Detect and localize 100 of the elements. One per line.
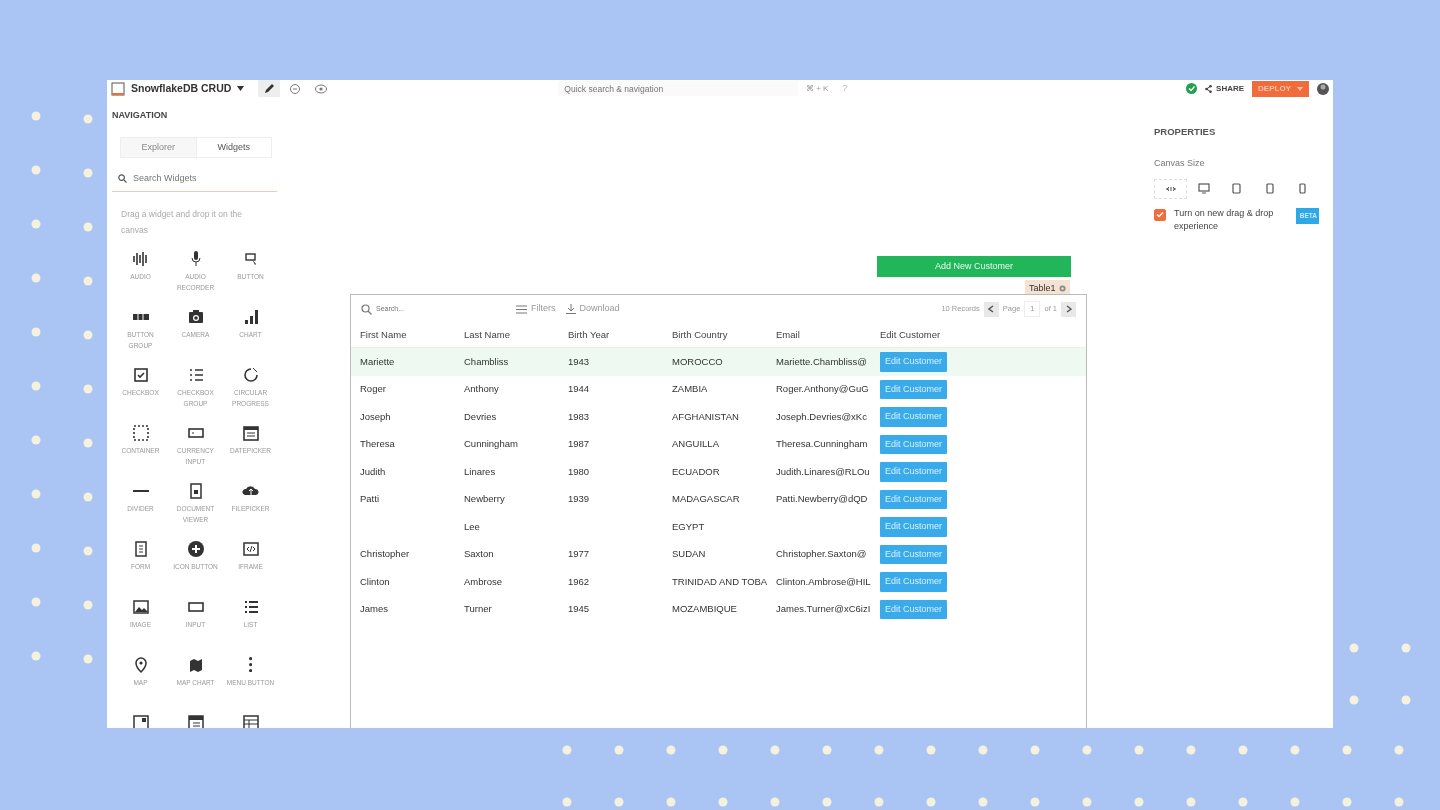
chevron-right-icon [1065, 305, 1072, 313]
decorative-dot [1134, 797, 1144, 807]
edit-customer-button[interactable]: Edit Customer [880, 407, 948, 427]
table-cell: Devries [464, 410, 497, 422]
edit-customer-button[interactable]: Edit Customer [880, 489, 948, 509]
table-cell: EGYPT [672, 520, 705, 532]
download-icon [565, 304, 576, 314]
decorative-dot [31, 597, 41, 607]
decorative-dot [926, 745, 936, 755]
column-header: Birth Country [671, 327, 729, 342]
next-page-button[interactable] [1061, 301, 1076, 317]
download-button[interactable]: Download [565, 302, 620, 316]
mode-button[interactable] [258, 80, 281, 97]
edit-customer-button[interactable]: Edit Customer [880, 462, 948, 482]
decorative-dot [83, 438, 93, 448]
edit-customer-button[interactable]: Edit Customer [880, 572, 948, 592]
pencil-icon [262, 81, 277, 96]
caret-icon [1297, 86, 1303, 91]
code-frame-icon [241, 539, 260, 558]
table-cell: MOROCCO [672, 355, 723, 367]
panel-icon[interactable] [131, 713, 150, 728]
decorative-dot [31, 111, 41, 121]
edit-customer-button[interactable]: Edit Customer [880, 517, 948, 537]
decorative-dot [83, 168, 93, 178]
decorative-dot [1030, 797, 1040, 807]
decorative-dot [1134, 745, 1144, 755]
caret-icon[interactable] [237, 86, 245, 91]
deploy-button[interactable]: DEPLOY [1252, 80, 1309, 97]
add-customer-button[interactable]: Add New Customer [877, 256, 1071, 277]
table-cell: Joseph [360, 410, 391, 422]
filters-button[interactable]: Filters [516, 302, 556, 316]
decorative-dot [978, 797, 988, 807]
table-cell: 1962 [568, 575, 590, 587]
tab[interactable]: Explorer [121, 137, 196, 157]
filter-icon [516, 304, 527, 314]
decorative-dot [1394, 745, 1404, 755]
button-group-icon [132, 313, 149, 320]
table-cell: James.Turner@xC6izI [776, 603, 871, 615]
plus-circle-icon [186, 539, 205, 558]
table-name: Table1 [1029, 282, 1056, 295]
avatar-icon[interactable] [1317, 81, 1329, 96]
decorative-dot [83, 222, 93, 232]
edit-customer-button[interactable]: Edit Customer [880, 379, 948, 399]
decorative-dot [1349, 643, 1359, 653]
table-cell: 1987 [568, 438, 590, 450]
previous-page-button[interactable] [983, 301, 999, 317]
decorative-dot [822, 745, 832, 755]
line-icon [132, 489, 149, 492]
decorative-dot [83, 654, 93, 664]
edit-customer-button[interactable]: Edit Customer [880, 434, 948, 454]
decorative-dot [1082, 797, 1092, 807]
search-field[interactable]: Quick search & navigation [558, 81, 798, 96]
check-icon [1156, 211, 1164, 219]
table-cell: Roger [360, 383, 386, 395]
decorative-dot [31, 219, 41, 229]
decorative-dot [1030, 745, 1040, 755]
table-cell: ANGUILLA [672, 438, 719, 450]
decorative-dot [822, 797, 832, 807]
decorative-dot [1401, 695, 1411, 705]
table-cell: Mariette.Chambliss@ [776, 355, 867, 367]
calendar-icon [241, 423, 260, 442]
decorative-dot [1349, 695, 1359, 705]
column-header: Birth Year [567, 327, 611, 342]
table-cell: 1944 [568, 383, 590, 395]
share-button[interactable]: SHARE [1205, 82, 1245, 95]
monitor-icon [1197, 183, 1210, 195]
selected-row[interactable]: Mariette Chambliss 1943 MOROCCO Mariette.Chambliss@ Edit Customer [351, 348, 1086, 376]
tablet-icon [1265, 183, 1274, 195]
table-cell: 1980 [568, 465, 590, 477]
table-cell: Linares [464, 465, 496, 477]
progress-circle-icon [241, 365, 260, 384]
decorative-dot [31, 381, 41, 391]
decorative-dot [718, 745, 728, 755]
table-cell: Christopher.Saxton@ [776, 548, 867, 560]
decorative-dot [1290, 797, 1300, 807]
search-icon [118, 174, 127, 184]
decorative-dot [926, 797, 936, 807]
decorative-dot [1342, 797, 1352, 807]
table-cell: MADAGASCAR [672, 493, 740, 505]
table-cell: Newberry [464, 493, 505, 505]
layout-icon[interactable] [186, 713, 205, 728]
table-cell: TRINIDAD AND TOBA [672, 575, 767, 587]
edit-customer-button[interactable]: Edit Customer [880, 352, 948, 372]
shortcut-label: ⌘ + K [805, 82, 829, 95]
help-icon[interactable]: ? [842, 81, 848, 96]
edit-customer-button[interactable]: Edit Customer [880, 544, 948, 564]
decorative-dot [1290, 745, 1300, 755]
checkbox[interactable] [1154, 208, 1166, 221]
column-header: Email [775, 327, 801, 342]
edit-customer-button[interactable]: Edit Customer [880, 599, 948, 619]
tablet-icon [1232, 183, 1241, 195]
column-header: Edit Customer [879, 327, 942, 342]
table-icon[interactable] [241, 713, 260, 728]
decorative-dot [1186, 797, 1196, 807]
table-cell: 1945 [568, 603, 590, 615]
table-cell: Lee [464, 520, 480, 532]
table-cell: ZAMBIA [672, 383, 708, 395]
table-cell: James [360, 603, 388, 615]
table-cell: 1943 [568, 355, 590, 367]
decorative-dot [770, 797, 780, 807]
